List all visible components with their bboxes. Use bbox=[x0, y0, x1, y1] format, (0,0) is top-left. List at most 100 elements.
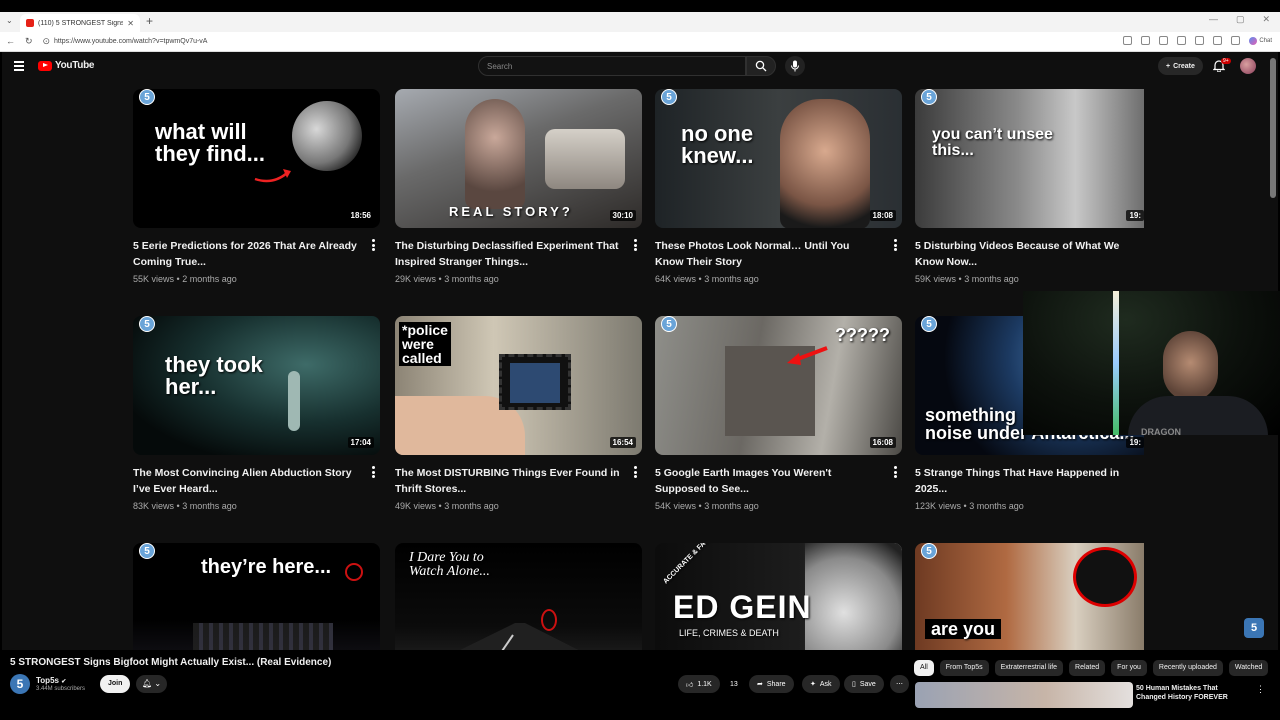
reload-icon[interactable]: ↻ bbox=[25, 36, 33, 47]
youtube-logo[interactable]: YouTube bbox=[38, 60, 95, 71]
video-duration: 17:04 bbox=[347, 437, 374, 448]
search-button[interactable] bbox=[746, 56, 776, 76]
video-thumbnail[interactable]: 5 ????? 16:08 bbox=[655, 316, 902, 455]
profile-icon[interactable] bbox=[1213, 36, 1223, 45]
more-actions-icon[interactable] bbox=[372, 239, 376, 253]
chip-related[interactable]: Related bbox=[1069, 660, 1106, 676]
channel-avatar[interactable]: 5 bbox=[10, 674, 30, 694]
channel-watermark-icon[interactable]: 5 bbox=[1244, 618, 1264, 638]
webcam-overlay: DRAGON bbox=[1023, 291, 1280, 435]
up-next-more-icon[interactable]: ⋮ bbox=[1256, 684, 1265, 695]
subscription-bell-button[interactable]: 🔔︎ ⌄ bbox=[136, 675, 168, 693]
video-meta: 64K views • 3 months ago bbox=[655, 274, 759, 284]
more-actions-icon[interactable] bbox=[894, 239, 898, 253]
chip-all[interactable]: All bbox=[914, 660, 934, 676]
minimize-icon[interactable]: — bbox=[1209, 14, 1218, 25]
tab-list-icon[interactable]: ⌄ bbox=[6, 16, 13, 25]
like-button[interactable]: 👍︎ 1.1K bbox=[678, 675, 720, 693]
more-options-icon[interactable]: ⋯ bbox=[890, 675, 909, 693]
extension-icon[interactable] bbox=[1159, 36, 1169, 45]
more-actions-icon[interactable] bbox=[372, 466, 376, 480]
video-duration: 30:10 bbox=[609, 210, 636, 221]
video-thumbnail[interactable]: 5 no one knew... 18:08 bbox=[655, 89, 902, 228]
video-thumbnail[interactable]: *police were called 16:54 bbox=[395, 316, 642, 455]
create-button[interactable]: + Create bbox=[1158, 57, 1203, 75]
maximize-icon[interactable]: ▢ bbox=[1236, 14, 1245, 25]
search-input[interactable]: Search bbox=[478, 56, 746, 76]
more-actions-icon[interactable] bbox=[634, 239, 638, 253]
thumbnail-text: no one knew... bbox=[681, 121, 754, 168]
channel-badge-icon: 5 bbox=[139, 89, 155, 105]
scrollbar-thumb[interactable] bbox=[1270, 58, 1276, 198]
voice-search-button[interactable] bbox=[785, 56, 805, 76]
chip-recently-uploaded[interactable]: Recently uploaded bbox=[1152, 660, 1223, 676]
favorite-icon[interactable] bbox=[1141, 36, 1151, 45]
miniplayer-bar: 5 STRONGEST Signs Bigfoot Might Actually… bbox=[2, 650, 1278, 708]
youtube-play-icon bbox=[38, 60, 52, 71]
back-icon[interactable]: ← bbox=[6, 36, 15, 47]
channel-badge-icon: 5 bbox=[921, 316, 937, 332]
channel-name[interactable]: Top5s ✔ bbox=[36, 676, 66, 685]
video-title[interactable]: These Photos Look Normal… Until You Know… bbox=[655, 238, 902, 270]
close-tab-icon[interactable]: ✕ bbox=[127, 19, 134, 28]
now-playing-title[interactable]: 5 STRONGEST Signs Bigfoot Might Actually… bbox=[10, 657, 331, 668]
video-title[interactable]: The Most Convincing Alien Abduction Stor… bbox=[133, 465, 380, 497]
close-window-icon[interactable]: ✕ bbox=[1262, 14, 1270, 25]
video-title[interactable]: 5 Google Earth Images You Weren't Suppos… bbox=[655, 465, 902, 497]
site-info-icon[interactable]: ⊙ bbox=[43, 36, 51, 47]
extension-icon[interactable] bbox=[1195, 36, 1205, 45]
up-next-title[interactable]: 50 Human Mistakes That Changed History F… bbox=[1136, 684, 1248, 702]
extension-icon[interactable] bbox=[1177, 36, 1187, 45]
video-title[interactable]: 5 Strange Things That Have Happened in 2… bbox=[915, 465, 1144, 497]
video-thumbnail[interactable]: 5 you can’t unsee this... 19: bbox=[915, 89, 1144, 228]
video-card[interactable]: 5 they took her... 17:04 The Most Convin… bbox=[133, 316, 380, 511]
video-thumbnail[interactable]: 5 they took her... 17:04 bbox=[133, 316, 380, 455]
new-tab-icon[interactable]: + bbox=[146, 14, 153, 28]
video-thumbnail[interactable]: what will they find... 5 18:56 bbox=[133, 89, 380, 228]
sparkle-icon: ✦ bbox=[810, 681, 816, 688]
extension-icon[interactable] bbox=[1123, 36, 1133, 45]
more-actions-icon[interactable] bbox=[894, 466, 898, 480]
browser-tab[interactable]: (110) 5 STRONGEST Signs Big... ✕ bbox=[20, 14, 140, 32]
video-card[interactable]: *police were called 16:54 The Most DISTU… bbox=[395, 316, 642, 511]
red-arrow-icon bbox=[787, 346, 828, 365]
video-card[interactable]: 5 ????? 16:08 5 Google Earth Images You … bbox=[655, 316, 902, 511]
thumbnail-text: ????? bbox=[835, 325, 890, 345]
share-button[interactable]: ➦ Share bbox=[749, 675, 794, 693]
ask-button[interactable]: ✦ Ask bbox=[802, 675, 840, 693]
video-thumbnail[interactable]: REAL STORY? 30:10 bbox=[395, 89, 642, 228]
thumbnail-text: *police were called bbox=[399, 322, 451, 366]
chip-extraterrestrial[interactable]: Extraterrestrial life bbox=[994, 660, 1064, 676]
person-face-image bbox=[1163, 331, 1218, 401]
account-avatar[interactable] bbox=[1240, 58, 1256, 74]
save-button[interactable]: ▯ Save bbox=[844, 675, 884, 693]
chip-watched[interactable]: Watched bbox=[1228, 660, 1269, 676]
bell-icon: 🔔︎ bbox=[142, 679, 153, 688]
url-field[interactable]: https://www.youtube.com/watch?v=tpwmQv7u… bbox=[54, 38, 207, 45]
join-button[interactable]: Join bbox=[100, 675, 131, 693]
more-actions-icon[interactable] bbox=[634, 466, 638, 480]
youtube-header: YouTube Search + Create 9+ bbox=[2, 52, 1278, 82]
red-circle-icon bbox=[345, 563, 363, 581]
channel-badge-icon: 5 bbox=[661, 89, 677, 105]
thumbnail-text: what will they find... bbox=[155, 119, 265, 166]
video-card[interactable]: REAL STORY? 30:10 The Disturbing Declass… bbox=[395, 89, 642, 284]
video-meta: 55K views • 2 months ago bbox=[133, 274, 237, 284]
video-title[interactable]: 5 Disturbing Videos Because of What We K… bbox=[915, 238, 1144, 270]
video-card[interactable]: what will they find... 5 18:56 5 Eerie P… bbox=[133, 89, 380, 284]
more-icon[interactable] bbox=[1231, 36, 1241, 45]
alien-figure-image bbox=[288, 371, 300, 431]
browser-tab-strip bbox=[0, 12, 1280, 32]
thumbnail-corner-text: ACCURATE & FACTUAL bbox=[662, 543, 725, 586]
chat-button[interactable]: Chat bbox=[1249, 36, 1272, 45]
video-title[interactable]: The Disturbing Declassified Experiment T… bbox=[395, 238, 642, 270]
chip-from-channel[interactable]: From Top5s bbox=[939, 660, 989, 676]
channel-badge-icon: 5 bbox=[921, 543, 937, 559]
chip-for-you[interactable]: For you bbox=[1111, 660, 1147, 676]
video-title[interactable]: The Most DISTURBING Things Ever Found in… bbox=[395, 465, 642, 497]
hamburger-menu-icon[interactable] bbox=[14, 61, 24, 71]
up-next-thumbnail[interactable] bbox=[915, 682, 1133, 708]
video-card[interactable]: 5 no one knew... 18:08 These Photos Look… bbox=[655, 89, 902, 284]
video-title[interactable]: 5 Eerie Predictions for 2026 That Are Al… bbox=[133, 238, 380, 270]
video-card[interactable]: 5 you can’t unsee this... 19: 5 Disturbi… bbox=[915, 89, 1144, 284]
